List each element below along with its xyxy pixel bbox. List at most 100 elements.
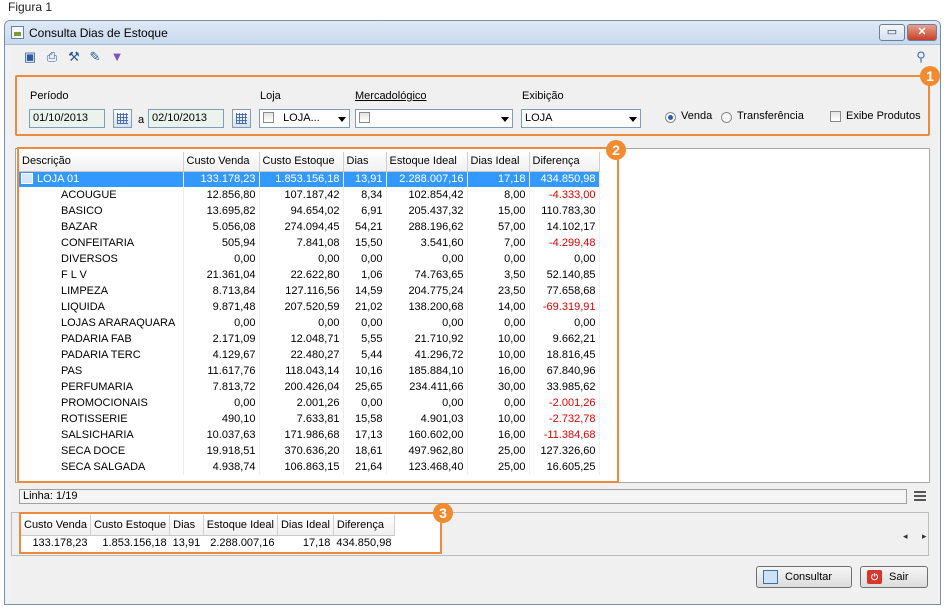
table-cell-custo-venda: 13.695,82: [183, 203, 260, 219]
table-cell-estoque-ideal: 205.437,32: [386, 203, 468, 219]
table-row[interactable]: SECA DOCE 19.918,51 370.636,20 18,61 497.962…: [19, 443, 600, 459]
table-row[interactable]: LIQUIDA 9.871,48 207.520,59 21,02 138.200,68…: [19, 299, 600, 315]
table-cell-diferenca: -69.319,91: [529, 299, 600, 315]
summary-header-row: Custo Venda Custo Estoque Dias Estoque Idea…: [21, 515, 395, 536]
table-row[interactable]: LOJA 01 133.178,23 1.853.156,18 13,91 2.288.…: [19, 171, 600, 187]
table-cell-custo-estoque: 171.986,68: [259, 427, 344, 443]
export-icon[interactable]: ✎: [87, 49, 103, 65]
chevron-down-icon: [629, 117, 637, 122]
table-cell-custo-venda: 8.713,84: [183, 283, 260, 299]
loja-checkbox[interactable]: [263, 112, 274, 123]
table-row[interactable]: SECA SALGADA 4.938,74 106.863,15 21,64 123.4…: [19, 459, 600, 475]
table-cell-desc: CONFEITARIA: [19, 235, 184, 251]
col-custo-venda[interactable]: Custo Venda: [183, 152, 260, 172]
tools-icon[interactable]: ⚒: [66, 49, 82, 65]
status-bar: Linha: 1/19: [19, 489, 907, 504]
col-descricao[interactable]: Descrição: [19, 152, 184, 172]
table-cell-estoque-ideal: 138.200,68: [386, 299, 468, 315]
transferencia-radio[interactable]: [721, 112, 732, 123]
mercadologico-select[interactable]: [355, 109, 513, 128]
restore-button[interactable]: ▭: [879, 24, 905, 41]
summary-col-header: Dias Ideal: [277, 515, 334, 536]
table-cell-dias-ideal: 7,00: [467, 235, 530, 251]
table-cell-desc: LOJA 01: [19, 171, 184, 187]
loja-select[interactable]: LOJA...: [259, 109, 350, 128]
chevron-down-icon: [501, 117, 509, 122]
table-cell-estoque-ideal: 102.854,42: [386, 187, 468, 203]
table-row[interactable]: LOJAS ARARAQUARA 0,00 0,00 0,00 0,00 0,00 0,00: [19, 315, 600, 331]
table-cell-custo-venda: 5.056,08: [183, 219, 260, 235]
table-row[interactable]: ACOUGUE 12.856,80 107.187,42 8,34 102.854,42…: [19, 187, 600, 203]
table-row[interactable]: DIVERSOS 0,00 0,00 0,00 0,00 0,00 0,00: [19, 251, 600, 267]
table-cell-estoque-ideal: 21.710,92: [386, 331, 468, 347]
periodo-label: Período: [30, 90, 69, 102]
date-from-input[interactable]: 01/10/2013: [29, 109, 105, 128]
calendar-from-icon[interactable]: [113, 109, 132, 128]
table-cell-estoque-ideal: 4.901,03: [386, 411, 468, 427]
transferencia-label[interactable]: Transferência: [737, 110, 804, 122]
table-row[interactable]: SALSICHARIA 10.037,63 171.986,68 17,13 160.6…: [19, 427, 600, 443]
table-cell-dias-ideal: 0,00: [467, 395, 530, 411]
table-row[interactable]: ROTISSERIE 490,10 7.633,81 15,58 4.901,03 10,…: [19, 411, 600, 427]
mercadologico-label[interactable]: Mercadológico: [355, 90, 427, 102]
key-icon[interactable]: ⚲: [913, 49, 929, 65]
filter-icon[interactable]: ▼: [109, 49, 125, 65]
scroll-arrows[interactable]: ◂ ▸: [903, 531, 933, 542]
close-button[interactable]: ✕: [907, 24, 937, 41]
summary-col-header: Custo Venda: [21, 515, 91, 536]
print-icon[interactable]: ⎙: [44, 49, 60, 65]
table-cell-desc: SECA SALGADA: [19, 459, 184, 475]
table-cell-custo-venda: 490,10: [183, 411, 260, 427]
col-custo-estoque[interactable]: Custo Estoque: [259, 152, 344, 172]
table-row[interactable]: PADARIA TERC 4.129,67 22.480,27 5,44 41.296,…: [19, 347, 600, 363]
table-cell-dias-ideal: 10,00: [467, 331, 530, 347]
table-cell-desc: LIQUIDA: [19, 299, 184, 315]
table-cell-estoque-ideal: 185.884,10: [386, 363, 468, 379]
data-grid: Descrição Custo Venda Custo Estoque Dias…: [19, 152, 600, 475]
consultar-button[interactable]: Consultar: [756, 566, 852, 588]
date-to-input[interactable]: 02/10/2013: [148, 109, 224, 128]
table-cell-diferenca: 18.816,45: [529, 347, 600, 363]
col-estoque-ideal[interactable]: Estoque Ideal: [386, 152, 468, 172]
exibicao-select[interactable]: LOJA: [521, 109, 641, 128]
table-cell-dias-ideal: 25,00: [467, 443, 530, 459]
badge-1: 1: [920, 66, 940, 86]
table-cell-dias: 54,21: [343, 219, 387, 235]
table-row[interactable]: PERFUMARIA 7.813,72 200.426,04 25,65 234.411…: [19, 379, 600, 395]
col-dias-ideal[interactable]: Dias Ideal: [467, 152, 530, 172]
table-cell-diferenca: 67.840,96: [529, 363, 600, 379]
col-diferenca[interactable]: Diferença: [529, 152, 600, 172]
summary-value: 1.853.156,18: [102, 537, 167, 550]
table-cell-custo-estoque: 0,00: [259, 251, 344, 267]
table-cell-estoque-ideal: 123.468,40: [386, 459, 468, 475]
mercadologico-checkbox[interactable]: [359, 112, 370, 123]
venda-radio[interactable]: [665, 112, 676, 123]
table-cell-diferenca: 77.658,68: [529, 283, 600, 299]
table-row[interactable]: PADARIA FAB 2.171,09 12.048,71 5,55 21.710,9…: [19, 331, 600, 347]
table-cell-dias: 15,50: [343, 235, 387, 251]
table-cell-diferenca: -2.732,78: [529, 411, 600, 427]
summary-table: Custo Venda Custo Estoque Dias Estoque Idea…: [21, 515, 395, 551]
table-cell-diferenca: 127.326,60: [529, 443, 600, 459]
table-row[interactable]: LIMPEZA 8.713,84 127.116,56 14,59 204.775,24…: [19, 283, 600, 299]
col-dias[interactable]: Dias: [343, 152, 387, 172]
exibe-produtos-checkbox[interactable]: [830, 111, 841, 122]
sair-button[interactable]: ⏻ Sair: [860, 566, 928, 588]
exibe-produtos-label[interactable]: Exibe Produtos: [846, 110, 921, 122]
table-cell-desc: ACOUGUE: [19, 187, 184, 203]
summary-value: 434.850,98: [336, 537, 392, 550]
table-cell-estoque-ideal: 234.411,66: [386, 379, 468, 395]
table-row[interactable]: PROMOCIONAIS 0,00 2.001,26 0,00 0,00 0,00 -2.0…: [19, 395, 600, 411]
table-row[interactable]: BAZAR 5.056,08 274.094,45 54,21 288.196,62 57…: [19, 219, 600, 235]
search-icon[interactable]: ▣: [22, 49, 38, 65]
table-cell-diferenca: 0,00: [529, 315, 600, 331]
table-cell-dias-ideal: 3,50: [467, 267, 530, 283]
table-cell-custo-venda: 2.171,09: [183, 331, 260, 347]
table-row[interactable]: CONFEITARIA 505,94 7.841,08 15,50 3.541,60 7,…: [19, 235, 600, 251]
venda-label[interactable]: Venda: [681, 110, 712, 122]
menu-icon[interactable]: [914, 491, 926, 501]
table-row[interactable]: F L V 21.361,04 22.622,80 1,06 74.763,65 3,50…: [19, 267, 600, 283]
table-row[interactable]: PAS 11.617,76 118.043,14 10,16 185.884,10 16,…: [19, 363, 600, 379]
calendar-to-icon[interactable]: [232, 109, 251, 128]
table-row[interactable]: BASICO 13.695,82 94.654,02 6,91 205.437,32 15…: [19, 203, 600, 219]
